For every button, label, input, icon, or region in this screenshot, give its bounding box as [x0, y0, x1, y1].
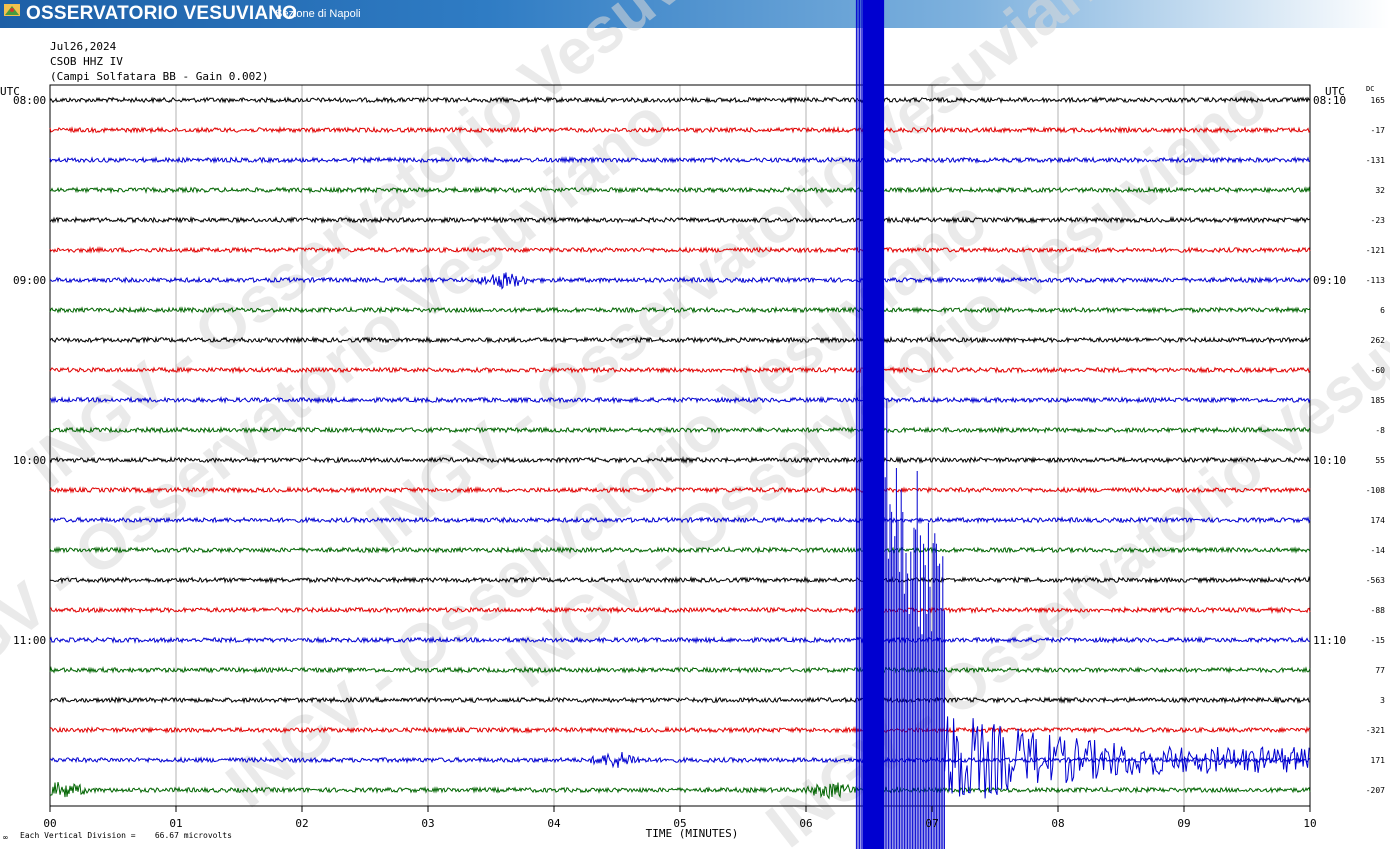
hour-label-right: 11:10	[1313, 634, 1346, 647]
dc-offset-value: 165	[1371, 96, 1386, 105]
hour-label-left: 10:00	[13, 454, 46, 467]
scale-marker-icon: ∞	[3, 833, 8, 842]
dc-offset-value: 55	[1375, 456, 1385, 465]
dc-offset-value: 77	[1375, 666, 1385, 675]
dc-offset-value: -131	[1366, 156, 1385, 165]
dc-offset-value: -88	[1371, 606, 1386, 615]
dc-offset-value: -23	[1371, 216, 1386, 225]
x-tick-label: 07	[925, 817, 938, 830]
dc-offset-value: -113	[1366, 276, 1385, 285]
helicorder-plot: INGV - Osservatorio VesuvianoINGV - Osse…	[0, 0, 1390, 849]
hour-label-left: 11:00	[13, 634, 46, 647]
watermark: INGV - Osservatorio VesuvianoINGV - Osse…	[0, 0, 1390, 849]
dc-offset-value: 174	[1371, 516, 1386, 525]
x-tick-label: 08	[1051, 817, 1064, 830]
dc-offset-value: -563	[1366, 576, 1385, 585]
dc-offset-value: -121	[1366, 246, 1385, 255]
x-tick-label: 00	[43, 817, 56, 830]
dc-header: DC	[1366, 85, 1374, 93]
hour-label-left: 09:00	[13, 274, 46, 287]
hour-label-right: 08:10	[1313, 94, 1346, 107]
hour-label-right: 09:10	[1313, 274, 1346, 287]
dc-offset-value: 3	[1380, 696, 1385, 705]
dc-offset-value: 32	[1375, 186, 1385, 195]
x-tick-label: 06	[799, 817, 812, 830]
dc-offset-value: -207	[1366, 786, 1385, 795]
dc-offset-value: -17	[1371, 126, 1386, 135]
x-tick-label: 04	[547, 817, 561, 830]
scale-note: Each Vertical Division = 66.67 microvolt…	[20, 831, 232, 840]
dc-offset-value: -15	[1371, 636, 1386, 645]
dc-offset-value: 171	[1371, 756, 1386, 765]
hour-label-right: 10:10	[1313, 454, 1346, 467]
x-tick-label: 01	[169, 817, 182, 830]
x-tick-label: 02	[295, 817, 308, 830]
x-tick-label: 03	[421, 817, 434, 830]
dc-offset-value: -8	[1375, 426, 1385, 435]
dc-offset-value: -108	[1366, 486, 1385, 495]
hour-label-left: 08:00	[13, 94, 46, 107]
x-axis-title: TIME (MINUTES)	[646, 827, 739, 840]
dc-offset-value: -60	[1371, 366, 1386, 375]
x-tick-label: 09	[1177, 817, 1190, 830]
dc-offset-value: 6	[1380, 306, 1385, 315]
dc-offset-value: 262	[1371, 336, 1386, 345]
dc-offset-value: -14	[1371, 546, 1386, 555]
dc-offset-value: 185	[1371, 396, 1386, 405]
dc-offset-value: -321	[1366, 726, 1385, 735]
x-tick-label: 10	[1303, 817, 1316, 830]
event-core	[862, 0, 885, 849]
